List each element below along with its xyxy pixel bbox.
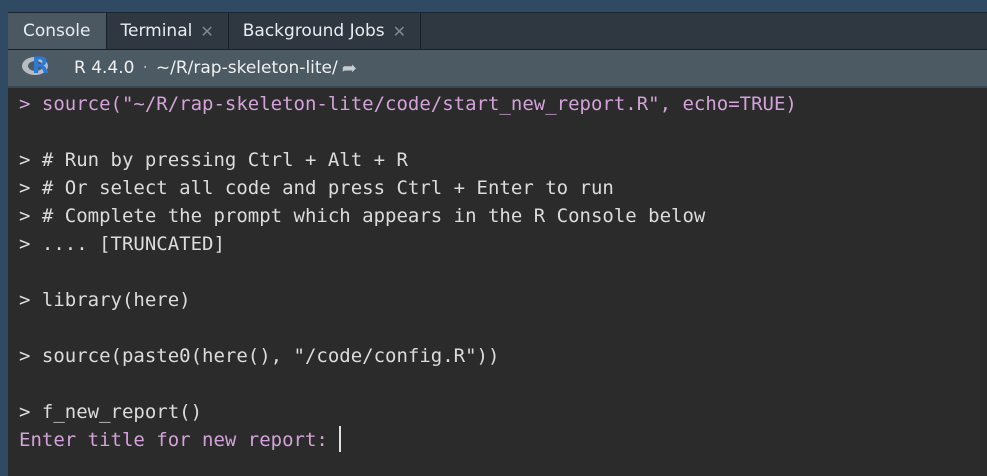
console-line: > source("~/R/rap-skeleton-lite/code/sta… [19,93,797,115]
console-line: > .... [TRUNCATED] [19,233,225,255]
close-icon[interactable]: ✕ [200,22,213,41]
tab-bar: Console Terminal ✕ Background Jobs ✕ [8,12,987,50]
tab-label: Terminal [120,21,193,41]
console-line: > # Run by pressing Ctrl + Alt + R [19,149,408,171]
tab-terminal[interactable]: Terminal ✕ [107,13,229,49]
r-logo-icon: R [22,54,56,81]
console-output[interactable]: > source("~/R/rap-skeleton-lite/code/sta… [8,88,987,454]
console-line: > # Complete the prompt which appears in… [19,205,706,227]
console-line: > f_new_report() [19,401,203,423]
tab-background-jobs[interactable]: Background Jobs ✕ [229,13,422,49]
tab-console[interactable]: Console [8,13,107,49]
text-cursor [339,426,342,452]
go-to-directory-icon[interactable]: ➦ [342,58,357,79]
console-line: > library(here) [19,289,191,311]
tab-label: Background Jobs [242,21,385,41]
console-input-line[interactable]: Enter title for new report: [19,426,987,454]
separator: · [142,58,148,78]
r-version: R 4.4.0 [74,58,135,78]
console-line: > source(paste0(here(), "/code/config.R"… [19,345,500,367]
tab-label: Console [23,21,91,41]
input-prompt: Enter title for new report: [19,429,340,451]
console-pane: Console Terminal ✕ Background Jobs ✕ R R 4… [8,12,987,476]
working-directory: ~/R/rap-skeleton-lite/ [155,58,338,78]
console-toolbar: R R 4.4.0 · ~/R/rap-skeleton-lite/ ➦ [8,50,987,88]
console-line: > # Or select all code and press Ctrl + … [19,177,614,199]
close-icon[interactable]: ✕ [393,22,406,41]
